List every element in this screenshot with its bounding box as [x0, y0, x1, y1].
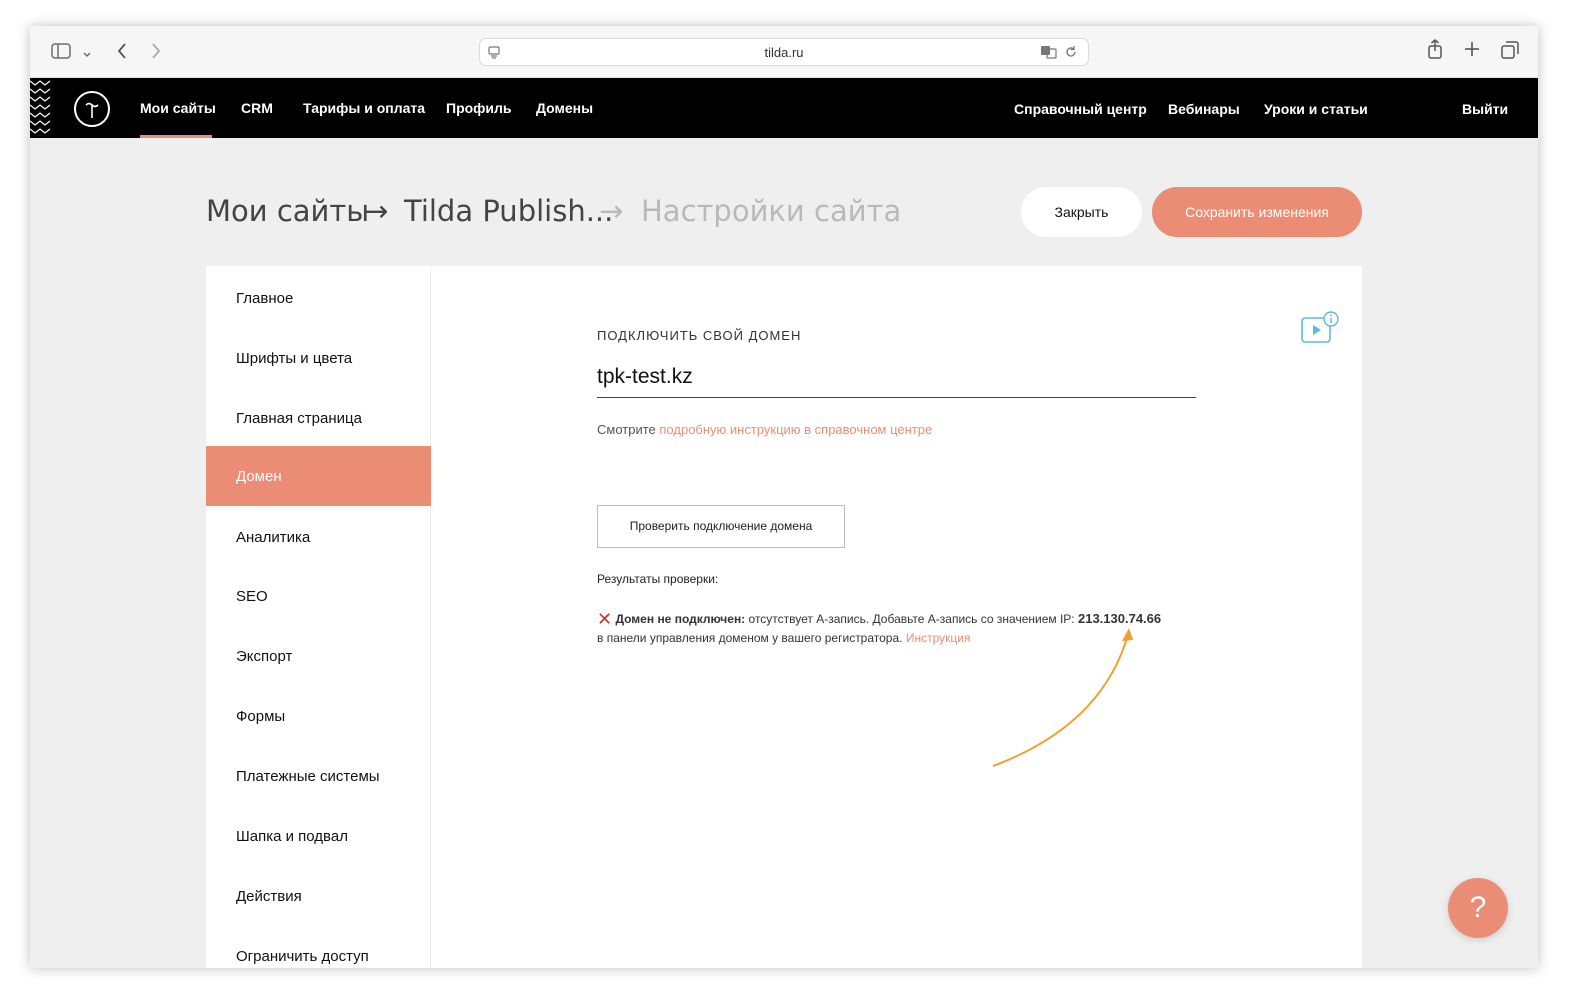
- reload-icon[interactable]: [1064, 45, 1078, 64]
- error-text-continued: в панели управления доменом у вашего рег…: [597, 631, 903, 645]
- close-button[interactable]: Закрыть: [1021, 187, 1142, 237]
- nav-lessons[interactable]: Уроки и статьи: [1264, 101, 1368, 117]
- sidebar-item-analytics[interactable]: Аналитика: [206, 507, 431, 567]
- tabs-icon[interactable]: [1501, 41, 1519, 64]
- breadcrumb-arrow: →: [364, 194, 389, 228]
- ip-address: 213.130.74.66: [1077, 611, 1162, 626]
- check-result: ✕ Домен не подключен: отсутствует A-запи…: [597, 609, 1161, 630]
- sidebar-item-seo[interactable]: SEO: [206, 566, 431, 626]
- hint-prefix: Смотрите: [597, 422, 656, 437]
- page-title: Настройки сайта: [641, 194, 902, 228]
- breadcrumb-my-sites[interactable]: Мои сайты: [206, 194, 369, 228]
- nav-domains[interactable]: Домены: [536, 100, 593, 116]
- back-icon[interactable]: [116, 42, 128, 65]
- nav-crm[interactable]: CRM: [241, 100, 273, 116]
- url-text: tilda.ru: [764, 45, 804, 60]
- nav-tariffs[interactable]: Тарифы и оплата: [303, 100, 425, 116]
- sidebar-item-export[interactable]: Экспорт: [206, 626, 431, 686]
- error-cross-icon: ✕: [597, 609, 613, 629]
- breadcrumb-arrow: →: [599, 194, 624, 228]
- tilda-logo-icon: [85, 102, 99, 118]
- chevron-down-icon[interactable]: [82, 46, 92, 64]
- error-title: Домен не подключен:: [615, 612, 746, 626]
- breadcrumb-project[interactable]: Tilda Publish...: [404, 194, 613, 228]
- sidebar-item-payments[interactable]: Платежные системы: [206, 746, 431, 806]
- help-center-link[interactable]: подробную инструкцию в справочном центре: [659, 422, 932, 437]
- settings-sidebar: Главное Шрифты и цвета Главная страница …: [206, 266, 431, 968]
- check-domain-button[interactable]: Проверить подключение домена: [597, 505, 845, 548]
- nav-webinars[interactable]: Вебинары: [1168, 101, 1240, 117]
- instruction-hint: Смотрите подробную инструкцию в справочн…: [597, 422, 932, 437]
- nav-active-underline: [140, 135, 212, 138]
- top-navigation: Мои сайты CRM Тарифы и оплата Профиль До…: [30, 78, 1538, 138]
- domain-input[interactable]: [597, 356, 1196, 398]
- sidebar-item-domain[interactable]: Домен: [206, 446, 431, 506]
- forward-icon[interactable]: [150, 42, 162, 65]
- sidebar-item-access[interactable]: Ограничить доступ: [206, 926, 431, 968]
- save-button[interactable]: Сохранить изменения: [1152, 187, 1362, 237]
- sidebar-item-forms[interactable]: Формы: [206, 686, 431, 746]
- nav-my-sites[interactable]: Мои сайты: [140, 100, 216, 116]
- domain-settings: Подключить свой домен Смотрите подробную…: [432, 266, 1362, 968]
- instruction-link[interactable]: Инструкция: [906, 631, 971, 645]
- domain-field-label: Подключить свой домен: [597, 328, 802, 343]
- check-result-continued: в панели управления доменом у вашего рег…: [597, 631, 970, 645]
- zigzag-decoration: [30, 80, 51, 134]
- sidebar-item-home-page[interactable]: Главная страница: [206, 388, 431, 448]
- browser-window: tilda.ru Мои сайты CRM Тарифы и оплата П…: [30, 26, 1538, 968]
- nav-profile[interactable]: Профиль: [446, 100, 512, 116]
- settings-panel: Главное Шрифты и цвета Главная страница …: [206, 266, 1362, 968]
- address-bar[interactable]: tilda.ru: [479, 38, 1089, 66]
- nav-logout[interactable]: Выйти: [1462, 101, 1508, 117]
- sidebar-item-fonts[interactable]: Шрифты и цвета: [206, 328, 431, 388]
- video-tutorial-icon[interactable]: [1300, 310, 1340, 346]
- translate-icon[interactable]: [1040, 45, 1058, 64]
- sidebar-item-header-footer[interactable]: Шапка и подвал: [206, 806, 431, 866]
- error-text: отсутствует A-запись. Добавьте A-запись …: [748, 612, 1075, 626]
- results-label: Результаты проверки:: [597, 572, 719, 586]
- plus-icon[interactable]: [1464, 41, 1480, 62]
- help-button[interactable]: ?: [1448, 878, 1508, 938]
- sidebar-icon[interactable]: [51, 43, 71, 64]
- share-icon[interactable]: [1427, 39, 1443, 64]
- tilda-logo[interactable]: [74, 91, 110, 127]
- nav-help-center[interactable]: Справочный центр: [1014, 101, 1147, 117]
- sidebar-item-actions[interactable]: Действия: [206, 866, 431, 926]
- browser-toolbar: tilda.ru: [30, 26, 1538, 78]
- sidebar-item-main[interactable]: Главное: [206, 268, 431, 328]
